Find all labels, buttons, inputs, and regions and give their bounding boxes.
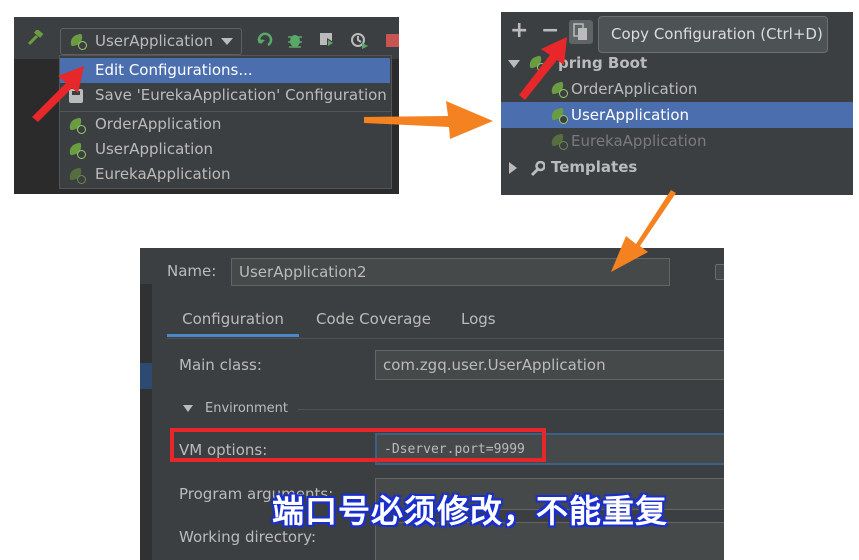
environment-section-label: Environment: [205, 401, 289, 416]
menu-item-order-application[interactable]: OrderApplication: [60, 112, 390, 137]
collapse-arrow-icon: [509, 162, 517, 174]
tree-item-label: EurekaApplication: [571, 132, 707, 150]
spring-boot-icon: [551, 82, 568, 98]
tab-configuration[interactable]: Configuration: [167, 304, 299, 337]
menu-item-eureka-application[interactable]: EurekaApplication: [60, 162, 390, 187]
profile-icon[interactable]: [350, 31, 368, 53]
tree-item-user-application[interactable]: UserApplication: [501, 102, 853, 128]
save-icon: [69, 89, 83, 103]
stop-icon[interactable]: [386, 34, 399, 47]
tree-group-spring-boot[interactable]: pring Boot: [501, 50, 853, 76]
spring-boot-icon: [70, 34, 87, 50]
tab-logs[interactable]: Logs: [461, 304, 496, 334]
tab-code-coverage[interactable]: Code Coverage: [316, 304, 431, 334]
left-sidebar: [140, 284, 152, 560]
tab-label: Configuration: [182, 310, 284, 328]
configurations-tree-panel: + − Copy Configuration (Ctrl+D) pring Bo…: [501, 12, 853, 195]
main-class-label: Main class:: [179, 356, 262, 374]
add-configuration-button[interactable]: +: [510, 18, 528, 43]
menu-item-label: EurekaApplication: [95, 165, 231, 183]
menu-item-label: Edit Configurations...: [95, 61, 253, 79]
run-config-menu: Edit Configurations... Save 'EurekaAppli…: [59, 55, 392, 189]
chevron-down-icon: [221, 38, 233, 45]
tooltip-text: Copy Configuration (Ctrl+D): [611, 25, 823, 43]
spring-boot-icon: [69, 168, 86, 184]
spring-boot-icon: [529, 56, 546, 72]
run-config-label: UserApplication: [95, 32, 214, 50]
tree-group-label: Templates: [551, 158, 638, 176]
store-as-file-checkbox[interactable]: [715, 264, 724, 280]
main-class-field[interactable]: com.zgq.user.UserApplication: [375, 350, 724, 380]
spring-boot-icon: [69, 118, 86, 134]
menu-item-label: OrderApplication: [95, 115, 222, 133]
tree-item-label: OrderApplication: [571, 80, 698, 98]
remove-configuration-button[interactable]: −: [541, 18, 559, 43]
vm-options-highlight-box: [170, 428, 546, 462]
tree-group-templates[interactable]: Templates: [501, 154, 853, 180]
spring-boot-icon: [551, 134, 568, 150]
rerun-icon[interactable]: [256, 31, 274, 53]
copy-configuration-button[interactable]: [569, 20, 593, 44]
menu-item-user-application[interactable]: UserApplication: [60, 137, 390, 162]
spring-boot-icon: [551, 108, 568, 124]
coverage-icon[interactable]: [318, 31, 336, 53]
debug-icon[interactable]: [286, 31, 304, 53]
name-field-value: UserApplication2: [239, 263, 367, 281]
run-configuration-editor: Name: UserApplication2 Configuration Cod…: [140, 248, 724, 560]
main-class-value: com.zgq.user.UserApplication: [383, 356, 606, 374]
run-config-dropdown[interactable]: UserApplication: [60, 28, 242, 55]
tab-bar: Configuration Code Coverage Logs: [167, 304, 724, 339]
tree-item-order-application[interactable]: OrderApplication: [501, 76, 853, 102]
tab-label: Code Coverage: [316, 310, 432, 328]
environment-divider: [298, 409, 724, 410]
expand-arrow-icon: [508, 60, 520, 68]
tooltip: Copy Configuration (Ctrl+D): [598, 16, 828, 53]
menu-item-edit-configurations[interactable]: Edit Configurations...: [60, 58, 390, 83]
environment-arrow-icon[interactable]: [183, 405, 193, 412]
spring-boot-icon: [69, 143, 86, 159]
copy-icon: [573, 23, 587, 40]
menu-item-label: Save 'EurekaApplication' Configuration: [95, 86, 387, 104]
tree-group-label: pring Boot: [558, 54, 648, 72]
name-field[interactable]: UserApplication2: [231, 258, 670, 286]
annotation-caption: 端口号必须修改，不能重复: [272, 492, 669, 530]
tab-label: Logs: [461, 310, 496, 328]
sidebar-selection: [140, 363, 152, 389]
menu-item-label: UserApplication: [95, 140, 214, 158]
build-hammer-icon[interactable]: [26, 28, 44, 46]
tree-item-eureka-application[interactable]: EurekaApplication: [501, 128, 853, 154]
run-config-panel: UserApplication Edit Configurations... S…: [14, 17, 399, 194]
menu-item-save-configuration[interactable]: Save 'EurekaApplication' Configuration: [60, 83, 390, 108]
name-label: Name:: [167, 262, 217, 280]
wrench-icon: [529, 159, 546, 185]
tree-item-label: UserApplication: [571, 106, 690, 124]
